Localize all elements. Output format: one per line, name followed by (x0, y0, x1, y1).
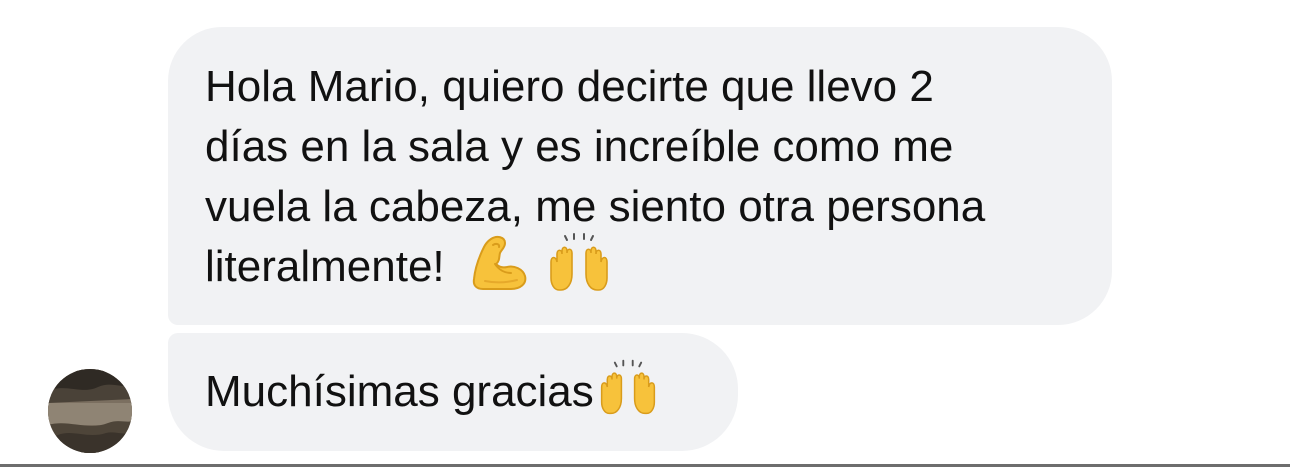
message-text-line-1: Hola Mario, quiero decirte que llevo 2 (205, 62, 934, 111)
message-text-line: Muchísimas gracias (205, 360, 738, 424)
message-bubble-1[interactable]: Hola Mario, quiero decirte que llevo 2 d… (168, 27, 1112, 325)
message-text-line-3: vuela la cabeza, me siento otra persona (205, 182, 986, 231)
flexed-biceps-icon (471, 233, 529, 293)
avatar[interactable] (48, 369, 132, 453)
message-text: Muchísimas gracias (205, 367, 594, 416)
message-bubble-2[interactable]: Muchísimas gracias (168, 333, 738, 451)
message-text-line-4-text: literalmente! (205, 242, 445, 291)
raising-hands-icon (596, 358, 660, 418)
message-text-line-4: literalmente! (205, 233, 1082, 300)
message-text-line-2: días en la sala y es increíble como me (205, 122, 954, 171)
raising-hands-icon (545, 232, 613, 294)
